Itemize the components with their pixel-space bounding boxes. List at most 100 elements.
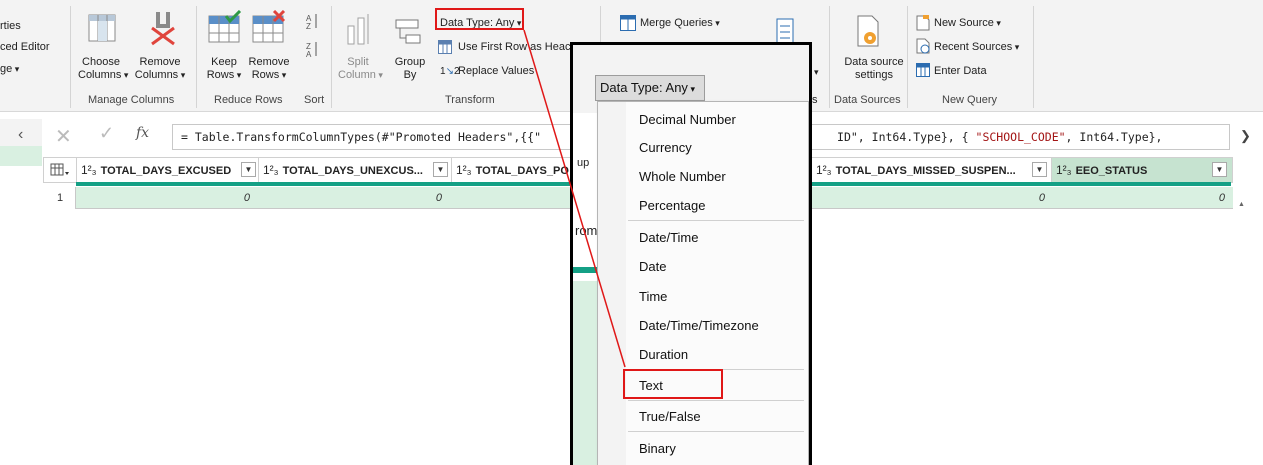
column-name: TOTAL_DAYS_EXCUSED xyxy=(100,165,232,177)
choose-columns-label-2: Columns xyxy=(78,69,124,82)
column-name: TOTAL_DAYS_UNEXCUS... xyxy=(282,165,423,177)
choose-columns-button[interactable]: Choose Columns xyxy=(78,56,124,82)
keep-rows-label-1: Keep xyxy=(211,56,237,68)
remove-rows-button[interactable]: Remove Rows xyxy=(248,56,290,82)
sort-group-label: Sort xyxy=(304,94,325,106)
replace-values-button[interactable]: Replace Values xyxy=(458,65,534,78)
table-cell[interactable]: 0 xyxy=(811,187,1045,209)
separator xyxy=(829,6,830,108)
data-source-settings-button[interactable]: Data source settings xyxy=(840,56,908,82)
separator xyxy=(196,6,197,108)
split-column-label-2-text: Column xyxy=(338,69,376,81)
whole-number-type-icon[interactable]: 1²₃ xyxy=(816,163,832,177)
data-source-settings-label-1: Data source xyxy=(844,56,904,68)
table-cell[interactable]: 0 xyxy=(76,187,250,209)
enter-data-button[interactable]: Enter Data xyxy=(934,65,987,78)
merge-queries-label: Merge Queries xyxy=(640,17,713,29)
manage-button[interactable]: ge xyxy=(0,63,19,76)
new-source-label: New Source xyxy=(934,17,994,29)
data-type-label-zoomed: Data Type: Any xyxy=(600,80,688,95)
data-sources-group-label: Data Sources xyxy=(834,94,901,106)
menu-item-date-time-timezone[interactable]: Date/Time/Timezone xyxy=(639,318,759,334)
use-first-row-button[interactable]: Use First Row as Heac xyxy=(458,41,570,54)
new-query-group-label: New Query xyxy=(942,94,998,106)
filter-dropdown-icon[interactable]: ▼ xyxy=(1212,162,1227,177)
keep-rows-button[interactable]: Keep Rows xyxy=(206,56,242,82)
whole-number-type-icon[interactable]: 1²₃ xyxy=(456,163,472,177)
merge-queries-icon xyxy=(620,15,636,31)
properties-button[interactable]: rties xyxy=(0,20,21,33)
whole-number-type-icon[interactable]: 1²₃ xyxy=(81,163,97,177)
filter-dropdown-icon[interactable]: ▼ xyxy=(241,162,256,177)
menu-item-true-false[interactable]: True/False xyxy=(639,409,701,425)
column-name: TOTAL_DAYS_MISSED_SUSPEN... xyxy=(835,165,1016,177)
formula-mid: ID", Int64.Type}, { xyxy=(837,130,969,144)
formula-prefix: = Table.TransformColumnTypes(#"Promoted … xyxy=(181,130,542,144)
fx-icon: fx xyxy=(136,125,150,141)
whole-number-type-icon[interactable]: 1²₃ xyxy=(263,163,279,177)
menu-item-binary[interactable]: Binary xyxy=(639,441,676,457)
svg-text:A: A xyxy=(306,50,312,58)
menu-item-duration[interactable]: Duration xyxy=(639,347,688,363)
svg-text:Z: Z xyxy=(306,22,311,30)
advanced-editor-button[interactable]: ced Editor xyxy=(0,41,50,54)
enter-data-icon xyxy=(916,63,930,77)
cancel-formula-icon[interactable]: ✕ xyxy=(55,124,72,149)
combine-dropdown-caret[interactable]: ▾ xyxy=(814,66,819,79)
separator xyxy=(1033,6,1034,108)
group-by-label-1: Group xyxy=(394,56,426,68)
combine-group-label-tail: s xyxy=(812,94,818,106)
menu-separator xyxy=(628,220,804,221)
menu-item-date-time[interactable]: Date/Time xyxy=(639,230,698,246)
split-column-label-2: Column xyxy=(338,69,378,82)
separator xyxy=(907,6,908,108)
new-source-button[interactable]: New Source xyxy=(934,17,1001,30)
zoom-teal-bar xyxy=(573,267,597,273)
formula-suffix: , Int64.Type}, xyxy=(1065,130,1163,144)
table-cell[interactable]: 0 xyxy=(1051,187,1225,209)
menu-item-date[interactable]: Date xyxy=(639,259,666,275)
split-column-button[interactable]: Split Column xyxy=(338,56,378,82)
separator xyxy=(331,6,332,108)
column-header-eeo-status[interactable]: 1²₃ EEO_STATUS ▼ xyxy=(1052,158,1232,182)
expand-formula-icon[interactable]: ❯ xyxy=(1240,128,1251,144)
zoom-behind-text: rom xyxy=(575,223,598,238)
remove-columns-label-2: Columns xyxy=(134,69,186,82)
menu-item-decimal-number[interactable]: Decimal Number xyxy=(639,112,736,128)
column-header-total-days-missed-suspended[interactable]: 1²₃ TOTAL_DAYS_MISSED_SUSPEN... ▼ xyxy=(812,158,1052,182)
menu-item-whole-number[interactable]: Whole Number xyxy=(639,169,726,185)
filter-dropdown-icon[interactable]: ▼ xyxy=(1032,162,1047,177)
menu-item-time[interactable]: Time xyxy=(639,289,667,305)
reduce-rows-group-label: Reduce Rows xyxy=(214,94,283,106)
recent-sources-label: Recent Sources xyxy=(934,41,1013,53)
table-menu-button[interactable] xyxy=(44,158,77,182)
menu-item-currency[interactable]: Currency xyxy=(639,140,692,156)
replace-values-icon: 1↘2 xyxy=(440,66,460,77)
column-header-total-days-excused[interactable]: 1²₃ TOTAL_DAYS_EXCUSED ▼ xyxy=(77,158,259,182)
column-header-total-days-unexcused[interactable]: 1²₃ TOTAL_DAYS_UNEXCUS... ▼ xyxy=(259,158,452,182)
manage-columns-group-label: Manage Columns xyxy=(88,94,175,106)
sort-descending-icon[interactable]: ZA xyxy=(306,40,320,59)
menu-item-percentage[interactable]: Percentage xyxy=(639,198,706,214)
row-number: 1 xyxy=(43,187,76,209)
merge-queries-button[interactable]: Merge Queries xyxy=(640,17,720,30)
remove-rows-label-2-text: Rows xyxy=(251,69,280,81)
scrollbar-up-icon[interactable]: ▲ xyxy=(1238,201,1245,208)
keep-rows-label-2-text: Rows xyxy=(206,69,235,81)
manage-label: ge xyxy=(0,63,13,75)
group-by-button[interactable]: Group By xyxy=(394,56,426,82)
confirm-formula-icon[interactable]: ✓ xyxy=(99,123,114,144)
sort-ascending-icon[interactable]: AZ xyxy=(306,12,320,31)
remove-columns-label-1: Remove xyxy=(139,56,181,68)
recent-sources-button[interactable]: Recent Sources xyxy=(934,41,1019,54)
whole-number-type-icon[interactable]: 1²₃ xyxy=(1056,163,1072,177)
filter-dropdown-icon[interactable]: ▼ xyxy=(433,162,448,177)
data-type-dropdown-zoomed[interactable]: Data Type: Any xyxy=(595,75,705,101)
formula-string: "SCHOOL_CODE" xyxy=(975,130,1066,144)
remove-columns-button[interactable]: Remove Columns xyxy=(134,56,186,82)
table-cell[interactable]: 0 xyxy=(258,187,442,209)
remove-rows-icon xyxy=(252,9,286,44)
column-name: EEO_STATUS xyxy=(1075,165,1148,177)
remove-rows-label-2: Rows xyxy=(248,69,290,82)
transform-group-label: Transform xyxy=(445,94,495,106)
